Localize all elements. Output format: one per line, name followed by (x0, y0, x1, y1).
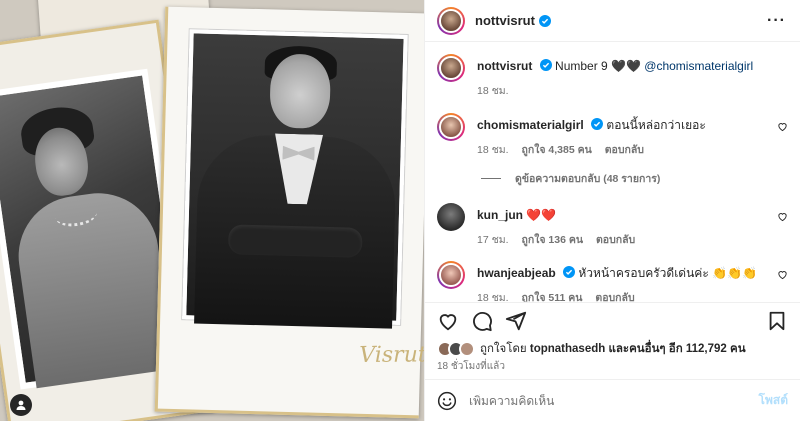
emoji-icon[interactable] (437, 391, 457, 411)
comment-row: chomismaterialgirl ตอนนี้หล่อกว่าเยอะ 18… (437, 113, 788, 158)
comment-like-icon[interactable] (777, 269, 788, 280)
comment-likes[interactable]: ถูกใจ 136 คน (521, 234, 583, 246)
heart-icon[interactable] (437, 310, 459, 332)
share-icon[interactable] (505, 310, 527, 332)
caption-time[interactable]: 18 ชม. (477, 85, 509, 97)
caption-row: nottvisrut Number 9 🖤🖤 @chomismaterialgi… (437, 54, 788, 99)
comment-username[interactable]: kun_jun (477, 208, 523, 222)
reply-button[interactable]: ตอบกลับ (605, 144, 644, 156)
comment-username[interactable]: hwanjeabjeab (477, 266, 556, 280)
caption-username[interactable]: nottvisrut (477, 59, 532, 73)
post-photo[interactable]: Visrut (0, 0, 424, 421)
liker-avatars (437, 341, 475, 357)
add-comment-bar: โพสต์ (425, 380, 800, 421)
comment-time[interactable]: 18 ชม. (477, 292, 509, 302)
liker-username[interactable]: topnathasedh (530, 343, 605, 355)
bookmark-icon[interactable] (766, 310, 788, 332)
comment-like-icon[interactable] (777, 211, 788, 222)
reply-button[interactable]: ตอบกลับ (595, 292, 634, 302)
comment-username[interactable]: chomismaterialgirl (477, 118, 584, 132)
caption-mention[interactable]: @chomismaterialgirl (644, 59, 753, 73)
likes-middle[interactable]: และคนอื่นๆ อีก (608, 343, 682, 355)
more-horizontal-icon[interactable]: ··· (767, 12, 786, 30)
action-bar (425, 302, 800, 338)
verified-badge-icon (591, 118, 604, 130)
verified-badge-icon (563, 266, 576, 278)
portrait-man (182, 29, 408, 329)
instagram-post-view: Visrut nottvisrut ··· nottvisrut Number … (0, 0, 800, 421)
signature-text: Visrut (359, 342, 424, 368)
comment-text: ❤️❤️ (526, 208, 557, 222)
comments-list: nottvisrut Number 9 🖤🖤 @chomismaterialgi… (425, 42, 800, 302)
comment-row: kun_jun ❤️❤️ 17 ชม. ถูกใจ 136 คน ตอบกลับ (437, 203, 788, 248)
comment-like-icon[interactable] (777, 121, 788, 132)
likes-summary: ถูกใจโดย topnathasedh และคนอื่นๆ อีก 112… (425, 338, 800, 360)
post-time[interactable]: 18 ชั่วโมงที่แล้ว (425, 360, 800, 380)
author-username[interactable]: nottvisrut (475, 13, 535, 28)
comment-input[interactable] (469, 393, 759, 408)
post-sidebar: nottvisrut ··· nottvisrut Number 9 🖤🖤 @c… (424, 0, 800, 421)
post-comment-button[interactable]: โพสต์ (759, 391, 788, 410)
likes-text: ถูกใจโดย topnathasedh และคนอื่นๆ อีก 112… (480, 343, 746, 355)
caption-text: Number 9 🖤🖤 (555, 59, 641, 73)
comment-likes[interactable]: ถูกใจ 4,385 คน (521, 144, 591, 156)
comment-row: hwanjeabjeab หัวหน้าครอบครัวดีเด่นค่ะ 👏👏… (437, 261, 788, 302)
comment-icon[interactable] (471, 310, 493, 332)
comment-avatar[interactable] (437, 261, 465, 289)
liker-avatar[interactable] (459, 341, 475, 357)
author-avatar[interactable] (437, 6, 465, 35)
comment-time[interactable]: 18 ชม. (477, 144, 509, 156)
reply-button[interactable]: ตอบกลับ (596, 234, 635, 246)
comment-avatar[interactable] (437, 113, 465, 141)
caption-avatar[interactable] (437, 54, 465, 82)
portrait-card-man: Visrut (154, 6, 424, 419)
likes-suffix: คน (730, 343, 746, 355)
comment-avatar[interactable] (437, 203, 465, 231)
comment-time[interactable]: 17 ชม. (477, 234, 509, 246)
comment-text: หัวหน้าครอบครัวดีเด่นค่ะ 👏👏👏 (578, 266, 757, 280)
likes-count[interactable]: 112,792 (686, 343, 727, 355)
comment-text: ตอนนี้หล่อกว่าเยอะ (606, 118, 706, 132)
view-replies-label[interactable]: ดูข้อความตอบกลับ (48 รายการ) (515, 170, 660, 187)
view-replies[interactable]: ดูข้อความตอบกลับ (48 รายการ) (481, 170, 788, 187)
post-header: nottvisrut ··· (425, 0, 800, 42)
verified-badge-icon (538, 14, 551, 27)
comment-likes[interactable]: ถูกใจ 511 คน (521, 292, 582, 302)
user-tag-icon[interactable] (10, 394, 32, 416)
verified-badge-icon (539, 59, 552, 71)
